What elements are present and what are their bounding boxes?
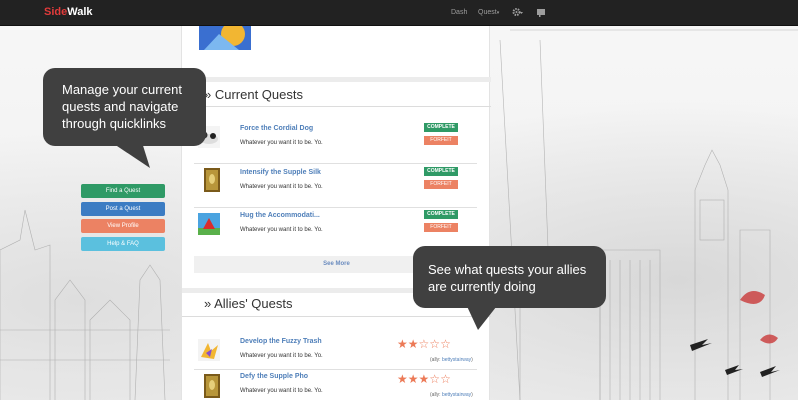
view-profile-button[interactable]: View Profile [81,219,165,233]
star-empty-icon: ☆ [440,337,451,351]
brand-walk: Walk [67,6,93,18]
main-content: » Current Quests Force the Cordial Dog W… [181,26,491,400]
flag-icon [537,9,545,17]
post-quest-button[interactable]: Post a Quest [81,202,165,216]
ally-name-link[interactable]: bettystairway [442,357,471,363]
quest-description: Whatever you want it to be. Yo. [240,388,323,394]
quest-title-link[interactable]: Force the Cordial Dog [240,125,313,132]
star-rating: ★★★☆☆ [397,372,451,386]
help-faq-button[interactable]: Help & FAQ [81,237,165,251]
find-quest-button[interactable]: Find a Quest [81,184,165,198]
section-underline [182,106,491,107]
quest-thumbnail [198,339,220,361]
current-quest-row: Intensify the Supple Silk Whatever you w… [194,166,477,208]
nav-quest-label: Quest [478,9,497,16]
brand-logo[interactable]: SideWalk [44,6,93,18]
quest-thumbnail [204,374,220,398]
tooltip-allies: See what quests your allies are currentl… [413,246,606,308]
settings-dropdown[interactable] [512,7,523,19]
ally-suffix: ) [471,392,473,398]
quest-description: Whatever you want it to be. Yo. [240,140,323,146]
nav-dash-link[interactable]: Dash [451,9,467,16]
quest-thumbnail [198,213,220,235]
quest-thumbnail [199,26,251,50]
star-filled-icon: ★ [397,372,408,386]
quest-title-link[interactable]: Intensify the Supple Silk [240,169,321,176]
section-divider [182,77,491,82]
tooltip-quicklinks: Manage your current quests and navigate … [43,68,206,146]
current-quests-heading: » Current Quests [204,87,303,102]
quest-thumbnail [204,168,220,192]
quest-description: Whatever you want it to be. Yo. [240,353,323,359]
ally-name-link[interactable]: bettystairway [442,392,471,398]
ally-quest-row: Develop the Fuzzy Trash Whatever you wan… [194,335,477,370]
section-underline [182,316,491,317]
star-empty-icon: ☆ [440,372,451,386]
quest-title-link[interactable]: Develop the Fuzzy Trash [240,338,322,345]
star-rating: ★★☆☆☆ [397,337,451,351]
nav-quest-dropdown[interactable]: Quest▾ [478,9,499,16]
star-empty-icon: ☆ [429,337,441,351]
star-empty-icon: ☆ [429,372,441,386]
complete-button[interactable]: COMPLETE [424,123,458,132]
ally-quest-row: Defy the Supple Pho Whatever you want it… [194,370,477,400]
brand-side: Side [44,6,68,18]
complete-button[interactable]: COMPLETE [424,167,458,176]
allies-quests-heading: » Allies' Quests [204,296,293,311]
quest-title-link[interactable]: Hug the Accommodati... [240,212,320,219]
star-filled-icon: ★ [407,372,419,386]
complete-button[interactable]: COMPLETE [424,210,458,219]
star-empty-icon: ☆ [418,337,430,351]
ally-label: (ally: bettystairway) [430,357,473,363]
forfeit-button[interactable]: FORFEIT [424,223,458,232]
quest-description: Whatever you want it to be. Yo. [240,184,323,190]
quest-title-link[interactable]: Defy the Supple Pho [240,373,308,380]
quest-description: Whatever you want it to be. Yo. [240,227,323,233]
star-filled-icon: ★ [397,337,408,351]
chevron-down-icon: ▾ [496,10,500,16]
ally-prefix: (ally: [430,392,441,398]
star-filled-icon: ★ [407,337,419,351]
top-navbar: SideWalk Dash Quest▾ [0,0,798,26]
ally-label: (ally: bettystairway) [430,392,473,398]
star-filled-icon: ★ [418,372,430,386]
gear-icon [512,8,523,16]
ally-prefix: (ally: [430,357,441,363]
notifications-button[interactable] [537,9,546,19]
forfeit-button[interactable]: FORFEIT [424,180,458,189]
forfeit-button[interactable]: FORFEIT [424,136,458,145]
current-quest-row: Force the Cordial Dog Whatever you want … [194,122,477,164]
current-quest-row: Hug the Accommodati... Whatever you want… [194,209,477,251]
ally-suffix: ) [471,357,473,363]
